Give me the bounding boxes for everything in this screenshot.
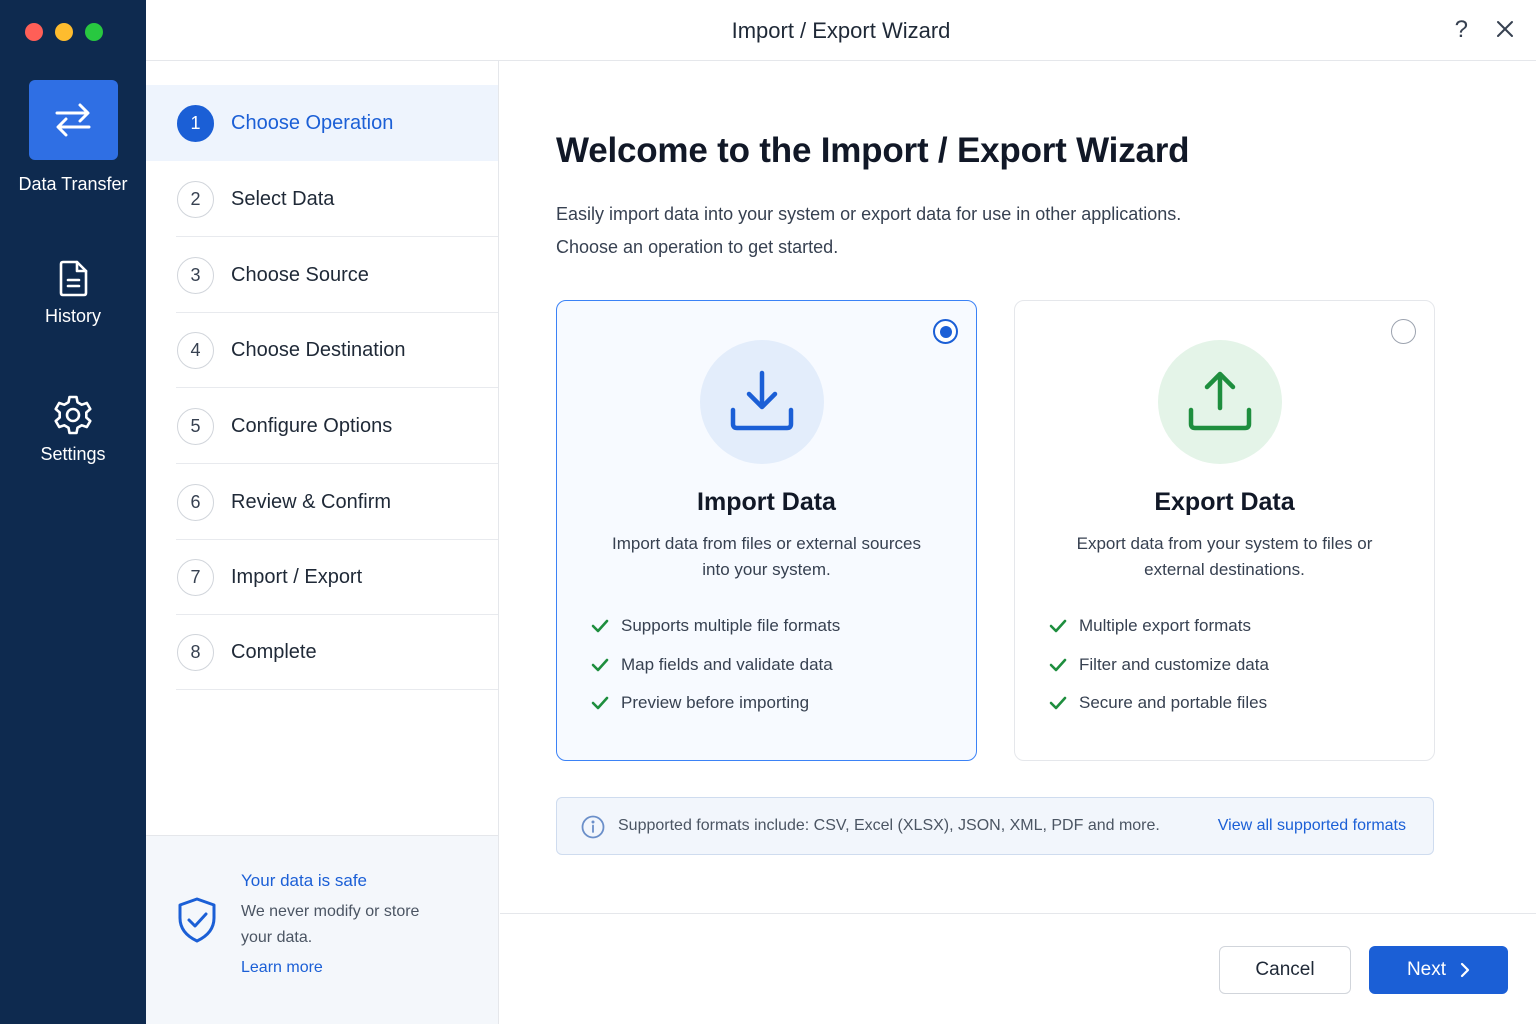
safety-title: Your data is safe [241,871,368,890]
learn-more-link[interactable]: Learn more [241,959,323,977]
window-title: Import / Export Wizard [731,18,951,43]
step-select-data[interactable]: 2 Select Data [146,161,498,237]
card-description: Import data from files or external sourc… [612,534,921,579]
title-bar: Import / Export Wizard ? [146,0,1536,61]
step-number: 6 [177,483,214,521]
checkmark-icon [591,696,609,710]
card-title: Import Data [697,488,836,516]
main-content: Welcome to the Import / Export Wizard Ea… [500,61,1536,914]
step-number: 5 [177,407,214,445]
next-button-label: Next [1406,959,1447,980]
rail-item-label: Data Transfer [18,174,128,194]
page-title: Welcome to the Import / Export Wizard [556,131,1190,170]
step-number: 4 [177,331,214,369]
rail-item-label: Settings [40,444,106,464]
document-icon [59,260,88,297]
card-title: Export Data [1154,488,1295,516]
feature-text: Filter and customize data [1079,654,1269,674]
feature-item: Multiple export formats [1049,607,1269,646]
safety-text: We never modify or store your data. [241,903,420,946]
step-number: 1 [177,104,214,142]
gear-icon [54,395,92,435]
data-safety-panel: Your data is safe We never modify or sto… [146,835,498,1024]
feature-item: Filter and customize data [1049,646,1269,685]
intro-text: Easily import data into your system or e… [556,198,1181,264]
checkmark-icon [1049,696,1067,710]
checkmark-icon [1049,658,1067,672]
export-radio[interactable] [1391,319,1416,344]
rail-item-data-transfer[interactable]: Data Transfer [0,80,146,195]
intro-line: Choose an operation to get started. [556,237,839,257]
import-radio[interactable] [933,319,958,344]
view-formats-link[interactable]: View all supported formats [1218,817,1406,835]
rail-item-label: History [44,306,101,326]
import-data-card[interactable]: Import Data Import data from files or ex… [556,300,977,761]
step-complete[interactable]: 8 Complete [146,614,498,690]
feature-text: Secure and portable files [1079,693,1268,713]
checkmark-icon [591,658,609,672]
step-number: 2 [177,180,214,218]
supported-formats-banner: Supported formats include: CSV, Excel (X… [556,797,1434,855]
step-label: Review & Confirm [231,490,392,513]
step-label: Complete [231,640,317,663]
wizard-steps: 1 Choose Operation 2 Select Data 3 Choos… [146,61,499,1024]
feature-list: Supports multiple file formats Map field… [591,607,840,723]
close-button[interactable] [1496,20,1514,43]
step-label: Select Data [231,187,335,210]
feature-text: Multiple export formats [1079,616,1251,636]
checkmark-icon [1049,619,1067,633]
minimize-window-button[interactable] [55,23,73,41]
cancel-button[interactable]: Cancel [1219,946,1351,994]
feature-text: Preview before importing [621,693,810,713]
checkmark-icon [591,619,609,633]
step-label: Choose Source [231,263,369,286]
download-icon [730,370,794,431]
info-icon [581,815,605,839]
next-button[interactable]: Next [1369,946,1508,994]
step-choose-source[interactable]: 3 Choose Source [146,237,498,313]
feature-item: Preview before importing [591,684,840,723]
close-icon [1497,21,1513,37]
step-configure-options[interactable]: 5 Configure Options [146,388,498,464]
supported-formats-text: Supported formats include: CSV, Excel (X… [618,817,1160,834]
step-choose-destination[interactable]: 4 Choose Destination [146,312,498,388]
upload-icon [1188,371,1252,431]
data-transfer-tile [28,80,118,160]
step-choose-operation[interactable]: 1 Choose Operation [146,85,498,161]
step-label: Choose Destination [231,338,406,361]
help-button[interactable]: ? [1455,16,1468,44]
window-controls [25,23,103,41]
step-label: Import / Export [231,565,363,588]
shield-check-icon [178,897,216,943]
card-description: Export data from your system to files or… [1076,534,1373,579]
step-number: 8 [177,633,214,671]
intro-line: Easily import data into your system or e… [556,204,1182,224]
step-label: Configure Options [231,414,393,437]
import-icon-circle [700,340,824,464]
step-label: Choose Operation [231,111,394,134]
chevron-right-icon [1460,962,1470,978]
feature-item: Secure and portable files [1049,684,1269,723]
wizard-footer: Cancel Next [500,913,1536,1024]
step-number: 3 [177,256,214,294]
close-window-button[interactable] [25,23,43,41]
feature-text: Supports multiple file formats [621,616,841,636]
export-data-card[interactable]: Export Data Export data from your system… [1014,300,1435,761]
app-sidebar: Data Transfer History Settings [0,0,146,1024]
zoom-window-button[interactable] [85,23,103,41]
rail-item-history[interactable]: History [0,260,146,327]
feature-text: Map fields and validate data [621,654,833,674]
feature-item: Map fields and validate data [591,646,840,685]
feature-item: Supports multiple file formats [591,607,840,646]
feature-list: Multiple export formats Filter and custo… [1049,607,1269,723]
export-icon-circle [1158,340,1282,464]
step-review-confirm[interactable]: 6 Review & Confirm [146,464,498,540]
step-import-export[interactable]: 7 Import / Export [146,539,498,615]
rail-item-settings[interactable]: Settings [0,394,146,465]
step-number: 7 [177,558,214,596]
divider [176,689,498,690]
transfer-arrows-icon [55,103,91,137]
